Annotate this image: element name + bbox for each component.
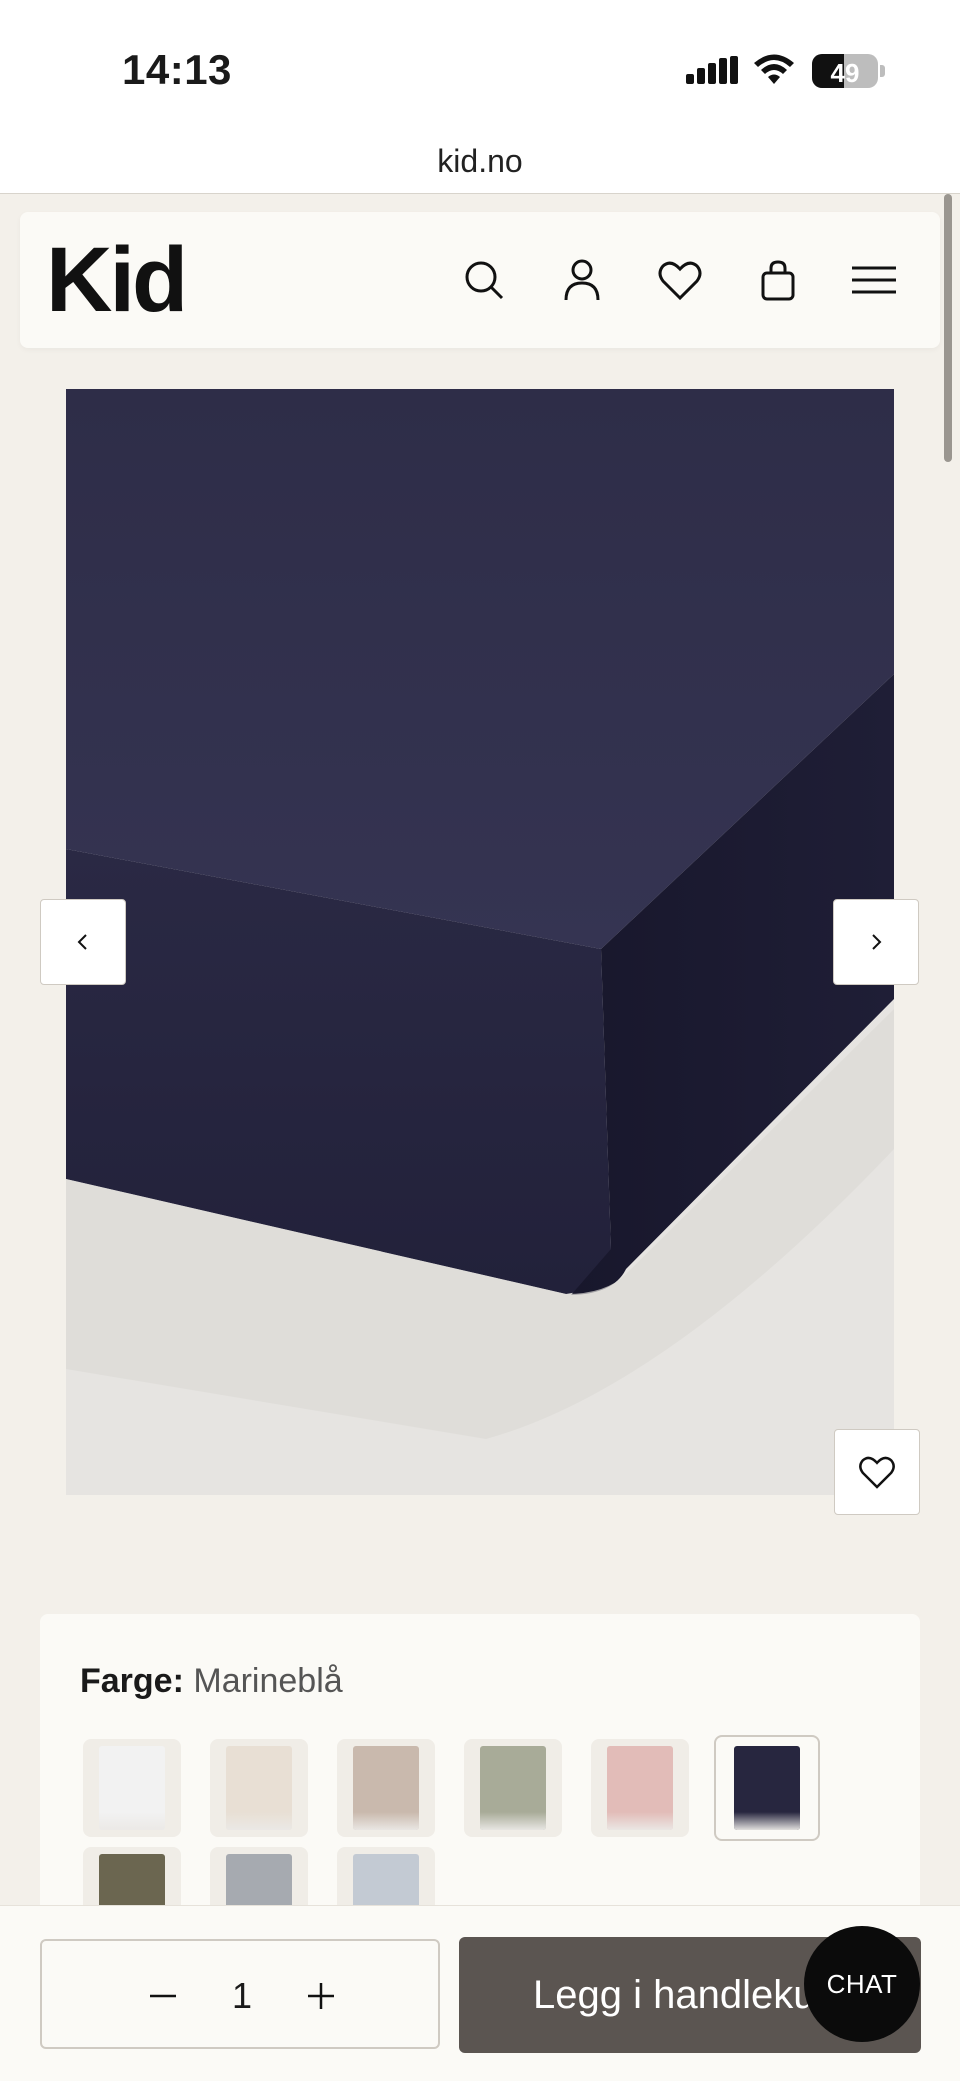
heart-icon bbox=[859, 1456, 895, 1489]
decrease-quantity-button[interactable] bbox=[138, 1971, 188, 2021]
url-bar[interactable]: kid.no bbox=[0, 128, 960, 194]
color-swatch-thumbnail bbox=[353, 1746, 419, 1830]
color-swatch[interactable] bbox=[591, 1739, 689, 1837]
color-swatch-thumbnail bbox=[99, 1746, 165, 1830]
battery-cap bbox=[880, 65, 885, 77]
chevron-left-icon bbox=[77, 934, 87, 950]
color-swatch[interactable] bbox=[83, 1739, 181, 1837]
variant-panel: Farge: Marineblå bbox=[40, 1614, 920, 1945]
scrollbar[interactable] bbox=[944, 194, 952, 462]
color-swatch-thumbnail bbox=[734, 1746, 800, 1830]
color-label-title: Farge: bbox=[80, 1662, 184, 1700]
color-swatch[interactable] bbox=[210, 1739, 308, 1837]
color-swatch-thumbnail bbox=[607, 1746, 673, 1830]
search-icon[interactable] bbox=[460, 256, 508, 304]
chat-button[interactable]: CHAT bbox=[804, 1926, 920, 2042]
color-value: Marineblå bbox=[193, 1662, 343, 1700]
menu-icon[interactable] bbox=[850, 256, 898, 304]
chevron-right-icon bbox=[872, 934, 882, 950]
add-to-wishlist-button[interactable] bbox=[834, 1429, 920, 1515]
heart-icon[interactable] bbox=[656, 256, 704, 304]
color-swatch[interactable] bbox=[337, 1739, 435, 1837]
increase-quantity-button[interactable] bbox=[296, 1971, 346, 2021]
status-bar: 14:13 49 bbox=[0, 0, 960, 128]
fitted-sheet-image bbox=[66, 389, 894, 1495]
color-label: Farge: Marineblå bbox=[80, 1662, 343, 1701]
wifi-icon bbox=[754, 54, 794, 84]
color-swatch[interactable] bbox=[464, 1739, 562, 1837]
status-time: 14:13 bbox=[122, 46, 232, 93]
color-swatch-thumbnail bbox=[226, 1746, 292, 1830]
account-icon[interactable] bbox=[558, 256, 606, 304]
bag-icon[interactable] bbox=[754, 256, 802, 304]
quantity-stepper: 1 bbox=[40, 1939, 440, 2049]
plus-icon bbox=[308, 1983, 334, 2009]
previous-image-button[interactable] bbox=[40, 899, 126, 985]
next-image-button[interactable] bbox=[833, 899, 919, 985]
logo[interactable]: Kid bbox=[46, 234, 188, 326]
signal-icon bbox=[686, 56, 738, 84]
color-swatch[interactable] bbox=[714, 1735, 820, 1841]
quantity-value[interactable]: 1 bbox=[212, 1971, 272, 2021]
battery-level: 49 bbox=[830, 58, 860, 88]
minus-icon bbox=[150, 1994, 176, 1998]
battery-icon: 49 bbox=[812, 54, 878, 88]
color-swatch-thumbnail bbox=[480, 1746, 546, 1830]
product-image[interactable] bbox=[66, 389, 894, 1495]
site-header: Kid bbox=[20, 212, 940, 348]
